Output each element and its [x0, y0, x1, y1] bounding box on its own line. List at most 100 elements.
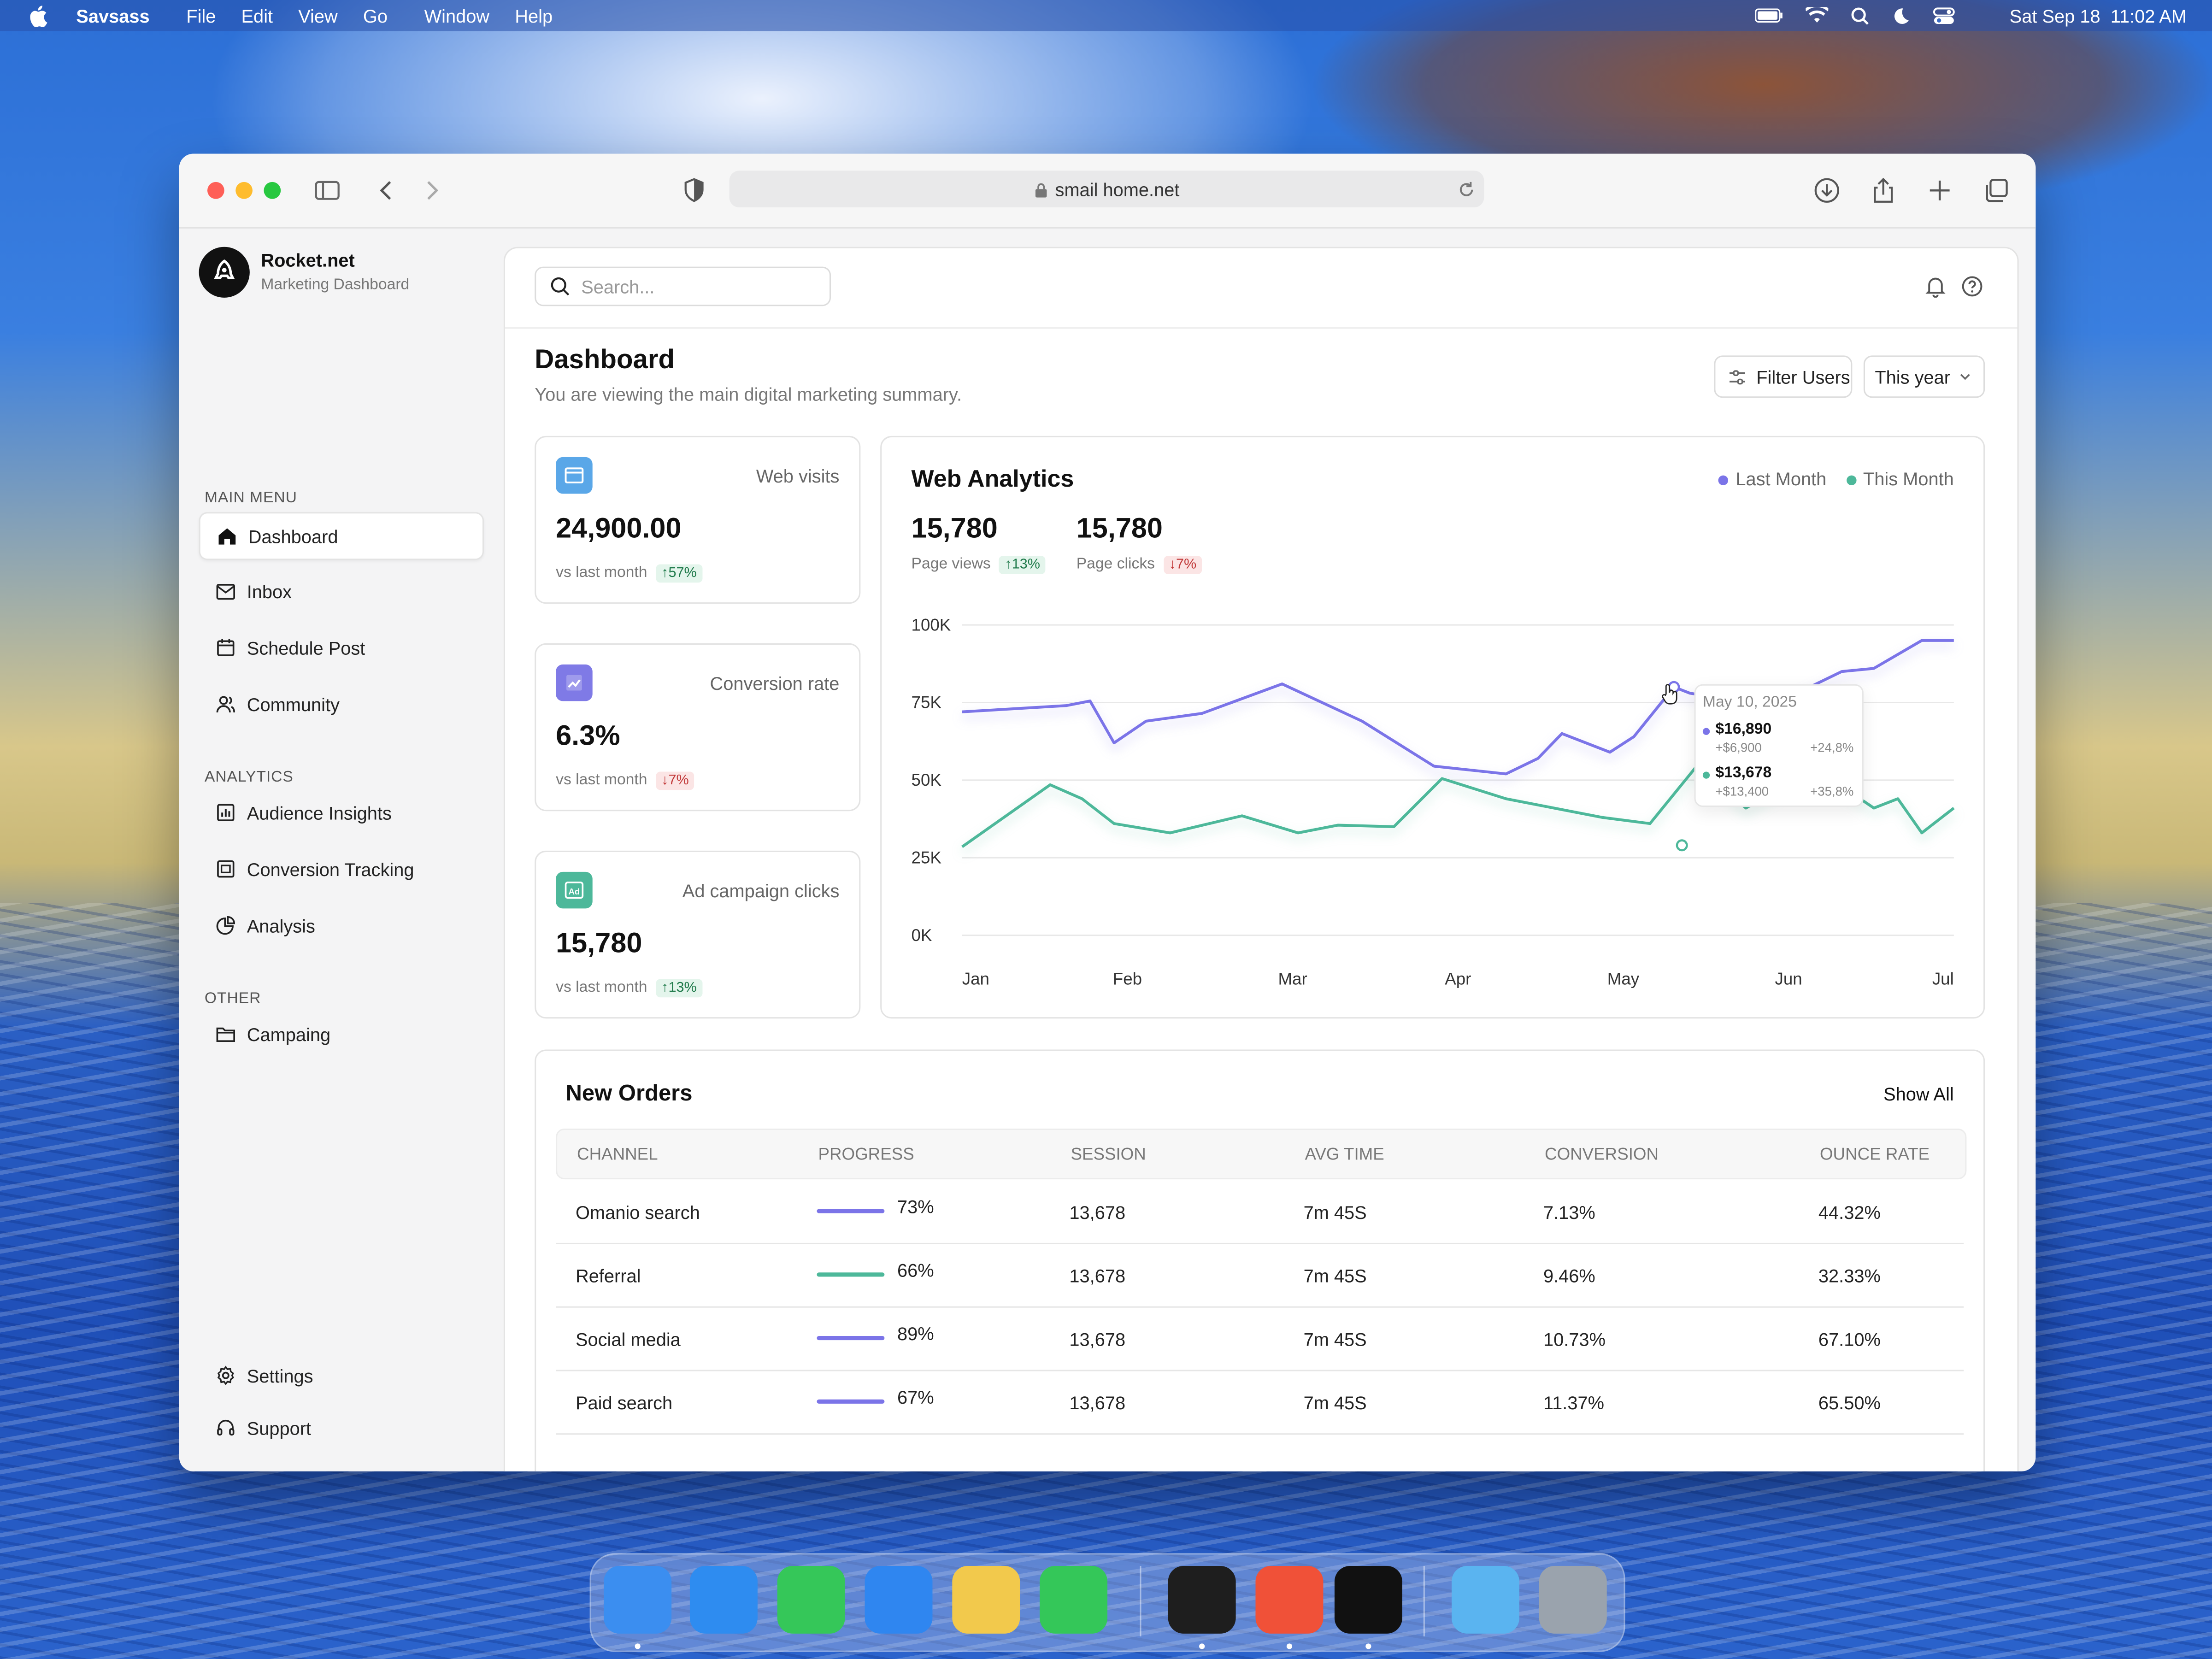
wifi-icon[interactable]: [1806, 7, 1829, 24]
desktop: Savsass File Edit View Go Window Help Sa…: [0, 0, 2212, 1659]
ad-badge-icon: Ad: [556, 871, 593, 909]
stat-change-value: 13%: [668, 980, 697, 996]
sidebar: Rocket.net Marketing Dashboard MAIN MENU…: [179, 227, 504, 1471]
sidebar-toggle-icon[interactable]: [313, 176, 341, 205]
stat-vs-label: vs last month: [556, 979, 647, 996]
inbox-icon: [216, 584, 235, 600]
menu-app-name[interactable]: Savsass: [76, 5, 149, 26]
trash-icon[interactable]: [1539, 1565, 1607, 1634]
column-header[interactable]: SESSION: [1071, 1144, 1146, 1164]
sidebar-item-conversion-tracking[interactable]: Conversion Tracking: [199, 847, 481, 892]
menu-window[interactable]: Window: [424, 5, 490, 26]
sidebar-item-label: Inbox: [247, 580, 292, 602]
page-title: Dashboard: [535, 346, 675, 376]
spotlight-search-icon[interactable]: [1852, 6, 1870, 25]
finder-icon[interactable]: [604, 1565, 672, 1634]
y-tick-label: 0K: [912, 926, 932, 945]
y-tick-label: 50K: [912, 771, 942, 789]
safari-icon[interactable]: [689, 1565, 758, 1634]
folder-icon[interactable]: [1452, 1565, 1519, 1634]
cell-ounce-rate: 67.10%: [1818, 1329, 1881, 1350]
menu-help[interactable]: Help: [515, 5, 553, 26]
messages-icon[interactable]: [777, 1565, 845, 1634]
figma-icon[interactable]: [1168, 1565, 1236, 1634]
minimize-window-button[interactable]: [235, 182, 253, 199]
battery-icon[interactable]: [1755, 8, 1784, 23]
sidebar-item-analysis[interactable]: Analysis: [199, 903, 481, 948]
sidebar-item-inbox[interactable]: Inbox: [199, 569, 481, 614]
bell-icon[interactable]: [1924, 275, 1947, 298]
do-not-disturb-moon-icon[interactable]: [1893, 6, 1911, 25]
hover-point-this-month: [1676, 839, 1688, 852]
filter-users-button[interactable]: Filter Users: [1714, 355, 1853, 398]
column-header[interactable]: PROGRESS: [818, 1144, 914, 1164]
facetime-icon[interactable]: [1040, 1565, 1108, 1634]
sidebar-item-campaing[interactable]: Campaing: [199, 1012, 481, 1057]
mail-icon[interactable]: [865, 1565, 933, 1634]
column-header[interactable]: OUNCE RATE: [1820, 1144, 1930, 1164]
search-input[interactable]: Search...: [535, 266, 831, 306]
brand-logo[interactable]: [199, 247, 250, 298]
back-arrow-icon[interactable]: [372, 176, 400, 205]
downloads-icon[interactable]: [1813, 176, 1841, 205]
tab-overview-icon[interactable]: [1982, 176, 2010, 205]
privacy-shield-icon[interactable]: [680, 176, 708, 205]
sidebar-item-community[interactable]: Community: [199, 682, 481, 727]
cell-ounce-rate: 32.33%: [1818, 1265, 1881, 1287]
column-header[interactable]: CHANNEL: [577, 1144, 658, 1164]
sidebar-item-settings[interactable]: Settings: [199, 1353, 481, 1398]
cell-avg-time: 7m 45S: [1303, 1329, 1367, 1350]
column-header[interactable]: AVG TIME: [1305, 1144, 1384, 1164]
cell-session: 13,678: [1069, 1265, 1126, 1287]
tooltip-sub-b: +$13,400: [1715, 784, 1769, 799]
menu-view[interactable]: View: [298, 5, 338, 26]
table-row[interactable]: Referral 66% 13,678 7m 45S 9.46% 32.33%: [556, 1244, 1964, 1308]
reload-icon[interactable]: [1457, 181, 1476, 199]
help-icon[interactable]: [1961, 275, 1983, 298]
sidebar-item-audience-insights[interactable]: Audience Insights: [199, 790, 481, 835]
cell-conversion: 11.37%: [1543, 1392, 1605, 1414]
stat-comparison: vs last month ↑57%: [556, 564, 702, 583]
photos-icon[interactable]: [952, 1565, 1020, 1634]
menu-go[interactable]: Go: [363, 5, 388, 26]
stat-card-conversion-rate: Conversion rate 6.3% vs last month ↓7%: [535, 643, 861, 812]
menu-datetime[interactable]: Sat Sep 18 11:02 AM: [2010, 5, 2187, 26]
forward-arrow-icon[interactable]: [418, 176, 446, 205]
swift-icon[interactable]: [1255, 1565, 1324, 1634]
brand-subtitle: Marketing Dashboard: [261, 276, 410, 294]
address-bar[interactable]: smail home.net: [729, 171, 1484, 207]
page-subtitle: You are viewing the main digital marketi…: [535, 383, 962, 405]
filter-sliders-icon: [1730, 369, 1745, 384]
sidebar-item-label: Analysis: [247, 915, 315, 936]
sidebar-item-label: Community: [247, 693, 340, 715]
calendar-icon: [217, 639, 235, 656]
close-window-button[interactable]: [207, 182, 224, 199]
share-icon[interactable]: [1869, 176, 1897, 205]
sidebar-item-schedule-post[interactable]: Schedule Post: [199, 625, 481, 670]
control-center-icon[interactable]: [1933, 6, 1956, 25]
stat-label: Ad campaign clicks: [682, 880, 840, 902]
menu-file[interactable]: File: [186, 5, 216, 26]
trend-chart-icon: [556, 664, 593, 701]
table-row[interactable]: Omanio search 73% 13,678 7m 45S 7.13% 44.32%: [556, 1181, 1964, 1244]
table-row[interactable]: Social media 89% 13,678 7m 45S 10.73% 67.10%: [556, 1308, 1964, 1371]
table-row[interactable]: Paid search 67% 13,678 7m 45S 11.37% 65.50%: [556, 1371, 1964, 1435]
stat-card-ad-campaign-clicks: Ad Ad campaign clicks 15,780 vs last mon…: [535, 850, 861, 1019]
cell-progress: 67%: [897, 1387, 934, 1408]
period-select[interactable]: This year: [1863, 355, 1985, 398]
stat-label: Web visits: [756, 465, 840, 487]
new-tab-plus-icon[interactable]: [1926, 176, 1954, 205]
zoom-window-button[interactable]: [264, 182, 281, 199]
tooltip-pct-a: +24,8%: [1810, 741, 1854, 755]
show-all-link[interactable]: Show All: [1883, 1083, 1954, 1105]
menu-edit[interactable]: Edit: [241, 5, 273, 26]
apple-icon[interactable]: [28, 5, 48, 26]
sidebar-item-support[interactable]: Support: [199, 1405, 481, 1450]
running-indicator: [1365, 1643, 1371, 1649]
cell-conversion: 10.73%: [1543, 1329, 1606, 1350]
sidebar-item-label: Settings: [247, 1365, 313, 1386]
sidebar-item-dashboard[interactable]: Dashboard: [199, 512, 484, 560]
column-header[interactable]: CONVERSION: [1545, 1144, 1659, 1164]
rocket-app-icon[interactable]: [1334, 1565, 1402, 1634]
sidebar-item-label: Campaing: [247, 1023, 331, 1045]
